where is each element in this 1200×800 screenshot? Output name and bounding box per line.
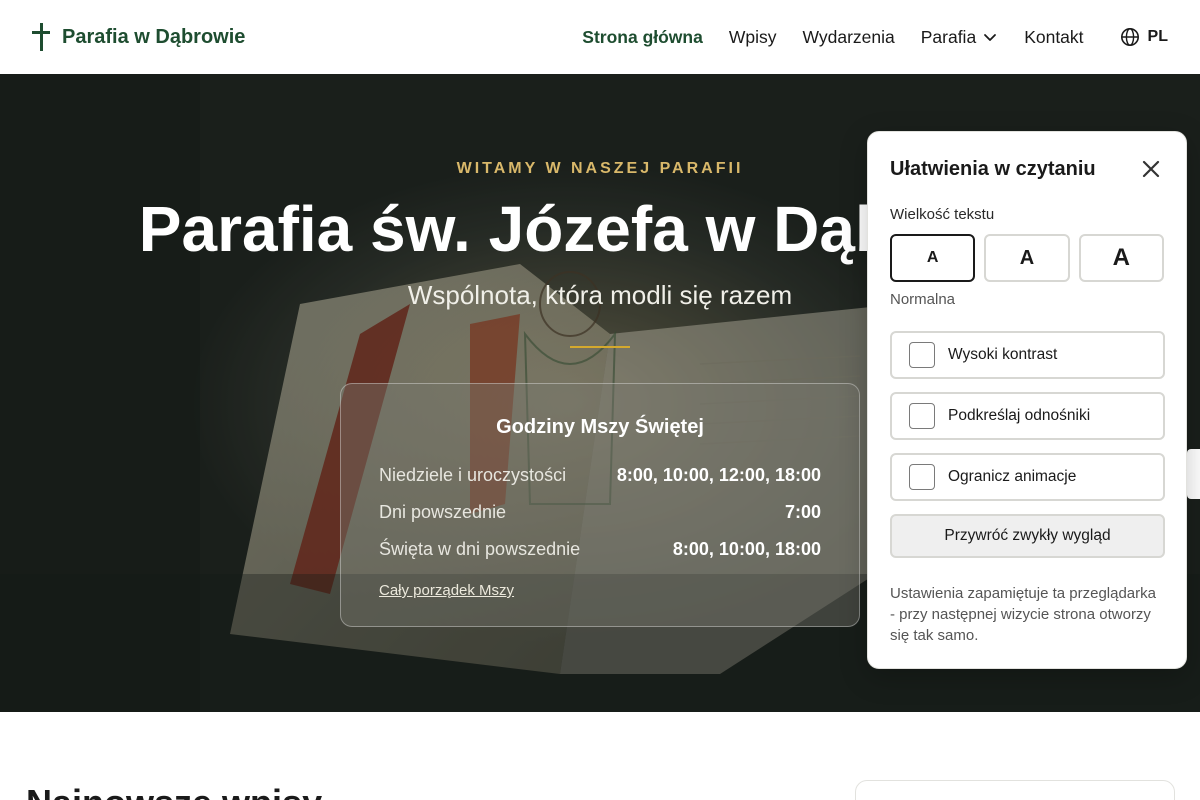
- nav-posts[interactable]: Wpisy: [729, 27, 777, 48]
- nav-home[interactable]: Strona główna: [582, 27, 703, 48]
- settings-persistence-note: Ustawienia zapamiętuje ta przeglądarka -…: [890, 585, 1156, 644]
- underline-links-toggle[interactable]: Podkreślaj odnośniki: [890, 392, 1165, 440]
- main-nav: Strona główna Wpisy Wydarzenia Parafia K…: [582, 27, 1083, 48]
- hero-divider: [570, 346, 630, 348]
- reduce-animations-toggle[interactable]: Ogranicz animacje: [890, 453, 1165, 501]
- close-button[interactable]: [1138, 156, 1164, 182]
- mass-row: Niedziele i uroczystości 8:00, 10:00, 12…: [379, 457, 821, 494]
- side-tab[interactable]: [1187, 449, 1200, 499]
- mass-row-label: Dni powszednie: [379, 502, 507, 522]
- accessibility-panel-title: Ułatwienia w czytaniu: [890, 157, 1096, 180]
- mass-row: Święta w dni powszednie 8:00, 10:00, 18:…: [379, 531, 821, 568]
- site-header: Parafia w Dąbrowie Strona główna Wpisy W…: [0, 0, 1200, 74]
- underline-links-label: Podkreślaj odnośniki: [948, 407, 1091, 424]
- selected-size-name: Normalna: [890, 291, 956, 308]
- high-contrast-toggle[interactable]: Wysoki kontrast: [890, 331, 1165, 379]
- reset-appearance-button[interactable]: Przywróć zwykły wygląd: [890, 514, 1165, 558]
- accessibility-panel: Ułatwienia w czytaniu Wielkość tekstu A …: [867, 131, 1187, 669]
- mass-row-times: 8:00, 10:00, 12:00, 18:00: [616, 465, 821, 485]
- accessibility-panel-header: Ułatwienia w czytaniu: [890, 156, 1164, 182]
- mass-times-title: Godziny Mszy Świętej: [496, 416, 704, 438]
- mass-row: Dni powszednie 7:00: [379, 494, 821, 531]
- mass-times-card: Godziny Mszy Świętej Niedziele i uroczys…: [340, 383, 860, 627]
- nav-parish-label: Parafia: [920, 26, 977, 47]
- mass-row-times: 8:00, 10:00, 18:00: [672, 539, 821, 559]
- language-switcher[interactable]: PL: [1120, 27, 1168, 47]
- text-size-xlarge-button[interactable]: A: [1078, 234, 1164, 282]
- chevron-down-icon: [984, 34, 997, 41]
- language-label: PL: [1147, 28, 1168, 45]
- reduce-animations-label: Ogranicz animacje: [948, 468, 1077, 485]
- close-icon: [1142, 160, 1160, 178]
- mass-row-label: Niedziele i uroczystości: [379, 465, 567, 485]
- mass-row-label: Święta w dni powszednie: [379, 539, 581, 559]
- cross-icon: [32, 23, 50, 51]
- text-size-normal-button[interactable]: A: [890, 234, 976, 282]
- text-size-options: A A A: [890, 234, 1164, 282]
- site-name: Parafia w Dąbrowie: [62, 25, 246, 48]
- high-contrast-checkbox[interactable]: [909, 342, 935, 368]
- mass-row-times: 7:00: [784, 502, 821, 522]
- full-mass-schedule-link[interactable]: Cały porządek Mszy: [379, 582, 514, 599]
- reduce-animations-checkbox[interactable]: [909, 464, 935, 490]
- latest-posts-heading: Najnowsze wpisy: [26, 782, 322, 800]
- nav-events[interactable]: Wydarzenia: [802, 27, 894, 48]
- nav-contact[interactable]: Kontakt: [1024, 27, 1083, 48]
- text-size-large-button[interactable]: A: [984, 234, 1070, 282]
- sidebar-card: [855, 780, 1175, 800]
- nav-parish[interactable]: Parafia: [921, 27, 998, 48]
- text-size-label: Wielkość tekstu: [890, 206, 995, 223]
- high-contrast-label: Wysoki kontrast: [948, 346, 1058, 363]
- globe-icon: [1120, 28, 1139, 46]
- site-logo[interactable]: Parafia w Dąbrowie: [32, 23, 245, 51]
- underline-links-checkbox[interactable]: [909, 403, 935, 429]
